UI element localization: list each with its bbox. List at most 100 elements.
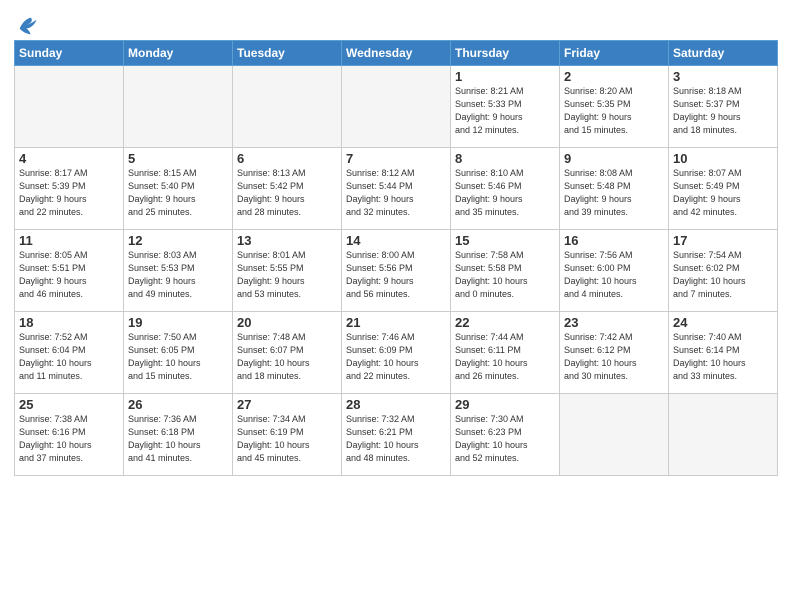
calendar-cell: 9Sunrise: 8:08 AM Sunset: 5:48 PM Daylig… [560, 148, 669, 230]
calendar-cell: 13Sunrise: 8:01 AM Sunset: 5:55 PM Dayli… [233, 230, 342, 312]
calendar-cell: 29Sunrise: 7:30 AM Sunset: 6:23 PM Dayli… [451, 394, 560, 476]
calendar-cell: 10Sunrise: 8:07 AM Sunset: 5:49 PM Dayli… [669, 148, 778, 230]
calendar-cell: 23Sunrise: 7:42 AM Sunset: 6:12 PM Dayli… [560, 312, 669, 394]
calendar-week-row: 18Sunrise: 7:52 AM Sunset: 6:04 PM Dayli… [15, 312, 778, 394]
calendar-cell [15, 66, 124, 148]
day-number: 18 [19, 315, 119, 330]
day-info: Sunrise: 7:54 AM Sunset: 6:02 PM Dayligh… [673, 249, 773, 301]
day-info: Sunrise: 8:15 AM Sunset: 5:40 PM Dayligh… [128, 167, 228, 219]
day-info: Sunrise: 7:46 AM Sunset: 6:09 PM Dayligh… [346, 331, 446, 383]
day-info: Sunrise: 7:58 AM Sunset: 5:58 PM Dayligh… [455, 249, 555, 301]
day-number: 26 [128, 397, 228, 412]
day-number: 9 [564, 151, 664, 166]
calendar-week-row: 11Sunrise: 8:05 AM Sunset: 5:51 PM Dayli… [15, 230, 778, 312]
day-info: Sunrise: 7:38 AM Sunset: 6:16 PM Dayligh… [19, 413, 119, 465]
day-number: 17 [673, 233, 773, 248]
day-number: 16 [564, 233, 664, 248]
calendar-cell: 22Sunrise: 7:44 AM Sunset: 6:11 PM Dayli… [451, 312, 560, 394]
calendar-cell: 11Sunrise: 8:05 AM Sunset: 5:51 PM Dayli… [15, 230, 124, 312]
weekday-header-tuesday: Tuesday [233, 41, 342, 66]
calendar-cell: 6Sunrise: 8:13 AM Sunset: 5:42 PM Daylig… [233, 148, 342, 230]
calendar-cell: 20Sunrise: 7:48 AM Sunset: 6:07 PM Dayli… [233, 312, 342, 394]
calendar-cell: 8Sunrise: 8:10 AM Sunset: 5:46 PM Daylig… [451, 148, 560, 230]
calendar-week-row: 1Sunrise: 8:21 AM Sunset: 5:33 PM Daylig… [15, 66, 778, 148]
day-number: 4 [19, 151, 119, 166]
day-number: 24 [673, 315, 773, 330]
calendar-cell: 14Sunrise: 8:00 AM Sunset: 5:56 PM Dayli… [342, 230, 451, 312]
day-number: 23 [564, 315, 664, 330]
logo-bird-icon [16, 14, 38, 36]
calendar-cell [342, 66, 451, 148]
day-number: 2 [564, 69, 664, 84]
calendar-cell: 7Sunrise: 8:12 AM Sunset: 5:44 PM Daylig… [342, 148, 451, 230]
day-number: 25 [19, 397, 119, 412]
day-info: Sunrise: 7:34 AM Sunset: 6:19 PM Dayligh… [237, 413, 337, 465]
day-info: Sunrise: 8:03 AM Sunset: 5:53 PM Dayligh… [128, 249, 228, 301]
calendar-cell: 19Sunrise: 7:50 AM Sunset: 6:05 PM Dayli… [124, 312, 233, 394]
weekday-header-monday: Monday [124, 41, 233, 66]
weekday-header-sunday: Sunday [15, 41, 124, 66]
day-info: Sunrise: 8:07 AM Sunset: 5:49 PM Dayligh… [673, 167, 773, 219]
day-number: 3 [673, 69, 773, 84]
day-number: 20 [237, 315, 337, 330]
day-info: Sunrise: 7:42 AM Sunset: 6:12 PM Dayligh… [564, 331, 664, 383]
calendar-cell: 24Sunrise: 7:40 AM Sunset: 6:14 PM Dayli… [669, 312, 778, 394]
day-number: 21 [346, 315, 446, 330]
day-number: 15 [455, 233, 555, 248]
calendar-cell [124, 66, 233, 148]
day-info: Sunrise: 7:36 AM Sunset: 6:18 PM Dayligh… [128, 413, 228, 465]
weekday-header-saturday: Saturday [669, 41, 778, 66]
calendar-cell: 4Sunrise: 8:17 AM Sunset: 5:39 PM Daylig… [15, 148, 124, 230]
day-info: Sunrise: 7:30 AM Sunset: 6:23 PM Dayligh… [455, 413, 555, 465]
calendar-cell: 26Sunrise: 7:36 AM Sunset: 6:18 PM Dayli… [124, 394, 233, 476]
weekday-header-wednesday: Wednesday [342, 41, 451, 66]
calendar-cell: 17Sunrise: 7:54 AM Sunset: 6:02 PM Dayli… [669, 230, 778, 312]
calendar-cell: 25Sunrise: 7:38 AM Sunset: 6:16 PM Dayli… [15, 394, 124, 476]
calendar-cell: 5Sunrise: 8:15 AM Sunset: 5:40 PM Daylig… [124, 148, 233, 230]
day-info: Sunrise: 8:13 AM Sunset: 5:42 PM Dayligh… [237, 167, 337, 219]
day-info: Sunrise: 7:40 AM Sunset: 6:14 PM Dayligh… [673, 331, 773, 383]
header [14, 10, 778, 36]
calendar-week-row: 25Sunrise: 7:38 AM Sunset: 6:16 PM Dayli… [15, 394, 778, 476]
day-info: Sunrise: 8:17 AM Sunset: 5:39 PM Dayligh… [19, 167, 119, 219]
calendar-table: SundayMondayTuesdayWednesdayThursdayFrid… [14, 40, 778, 476]
day-number: 10 [673, 151, 773, 166]
day-number: 12 [128, 233, 228, 248]
logo [14, 14, 38, 36]
calendar-cell: 16Sunrise: 7:56 AM Sunset: 6:00 PM Dayli… [560, 230, 669, 312]
day-info: Sunrise: 8:21 AM Sunset: 5:33 PM Dayligh… [455, 85, 555, 137]
day-info: Sunrise: 8:18 AM Sunset: 5:37 PM Dayligh… [673, 85, 773, 137]
day-info: Sunrise: 7:50 AM Sunset: 6:05 PM Dayligh… [128, 331, 228, 383]
calendar-cell: 12Sunrise: 8:03 AM Sunset: 5:53 PM Dayli… [124, 230, 233, 312]
day-number: 14 [346, 233, 446, 248]
weekday-header-friday: Friday [560, 41, 669, 66]
day-info: Sunrise: 7:56 AM Sunset: 6:00 PM Dayligh… [564, 249, 664, 301]
day-number: 7 [346, 151, 446, 166]
calendar-cell: 3Sunrise: 8:18 AM Sunset: 5:37 PM Daylig… [669, 66, 778, 148]
day-info: Sunrise: 7:52 AM Sunset: 6:04 PM Dayligh… [19, 331, 119, 383]
day-info: Sunrise: 8:01 AM Sunset: 5:55 PM Dayligh… [237, 249, 337, 301]
calendar-cell [560, 394, 669, 476]
day-info: Sunrise: 7:32 AM Sunset: 6:21 PM Dayligh… [346, 413, 446, 465]
calendar-cell [233, 66, 342, 148]
day-info: Sunrise: 7:44 AM Sunset: 6:11 PM Dayligh… [455, 331, 555, 383]
weekday-header-thursday: Thursday [451, 41, 560, 66]
day-number: 19 [128, 315, 228, 330]
day-info: Sunrise: 8:08 AM Sunset: 5:48 PM Dayligh… [564, 167, 664, 219]
weekday-header-row: SundayMondayTuesdayWednesdayThursdayFrid… [15, 41, 778, 66]
day-number: 22 [455, 315, 555, 330]
day-info: Sunrise: 8:20 AM Sunset: 5:35 PM Dayligh… [564, 85, 664, 137]
day-number: 11 [19, 233, 119, 248]
day-info: Sunrise: 8:10 AM Sunset: 5:46 PM Dayligh… [455, 167, 555, 219]
page-container: SundayMondayTuesdayWednesdayThursdayFrid… [0, 0, 792, 484]
calendar-cell: 28Sunrise: 7:32 AM Sunset: 6:21 PM Dayli… [342, 394, 451, 476]
day-number: 13 [237, 233, 337, 248]
day-number: 6 [237, 151, 337, 166]
day-info: Sunrise: 8:12 AM Sunset: 5:44 PM Dayligh… [346, 167, 446, 219]
calendar-cell: 18Sunrise: 7:52 AM Sunset: 6:04 PM Dayli… [15, 312, 124, 394]
day-number: 5 [128, 151, 228, 166]
day-info: Sunrise: 8:05 AM Sunset: 5:51 PM Dayligh… [19, 249, 119, 301]
calendar-cell: 1Sunrise: 8:21 AM Sunset: 5:33 PM Daylig… [451, 66, 560, 148]
calendar-cell: 27Sunrise: 7:34 AM Sunset: 6:19 PM Dayli… [233, 394, 342, 476]
calendar-cell: 21Sunrise: 7:46 AM Sunset: 6:09 PM Dayli… [342, 312, 451, 394]
